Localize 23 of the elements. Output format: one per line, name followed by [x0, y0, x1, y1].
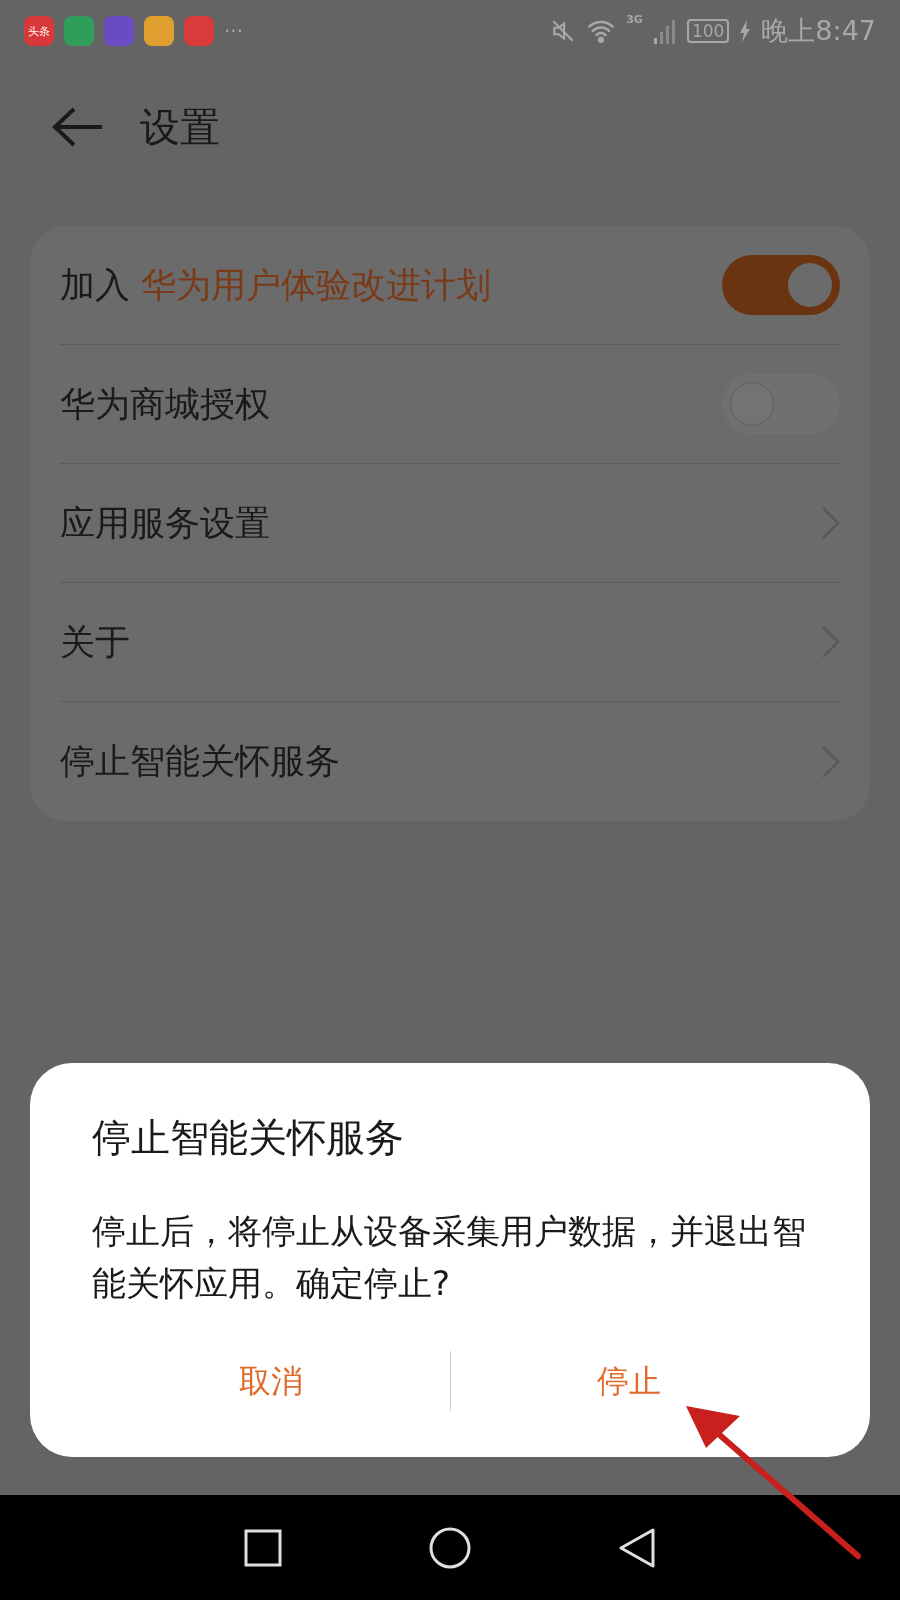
back-icon[interactable]: [618, 1527, 657, 1568]
setting-label[interactable]: 关于: [60, 615, 820, 669]
page-title: 设置: [140, 103, 220, 152]
back-arrow-icon[interactable]: [52, 107, 104, 147]
dialog-button[interactable]: 取消: [228, 1357, 313, 1405]
home-icon[interactable]: [429, 1526, 471, 1569]
dialog-button[interactable]: 停止: [587, 1357, 672, 1405]
dialog-message: 停止后，将停止从设备采集用户数据，并退出智能关怀应用。确定停止?: [92, 1210, 807, 1305]
recent-apps-icon[interactable]: [243, 1528, 282, 1567]
setting-label[interactable]: 停止智能关怀服务: [60, 735, 820, 788]
battery-level: 100: [686, 19, 730, 43]
app-icon: 头条: [24, 16, 54, 46]
setting-label[interactable]: 应用服务设置: [60, 496, 820, 550]
signal-icon: [652, 18, 677, 44]
setting-label[interactable]: 华为商城授权: [60, 377, 722, 431]
more-indicator: ···: [224, 21, 244, 41]
toggle-switch[interactable]: [722, 255, 840, 315]
clock: 晚上8:47: [761, 13, 876, 48]
charging-icon: [739, 20, 752, 42]
setting-label[interactable]: 加入 华为用户体验改进计划: [60, 258, 722, 312]
dialog-title: 停止智能关怀服务: [92, 1113, 405, 1162]
wifi-icon: [586, 18, 617, 44]
network-type: 3G: [626, 12, 643, 28]
